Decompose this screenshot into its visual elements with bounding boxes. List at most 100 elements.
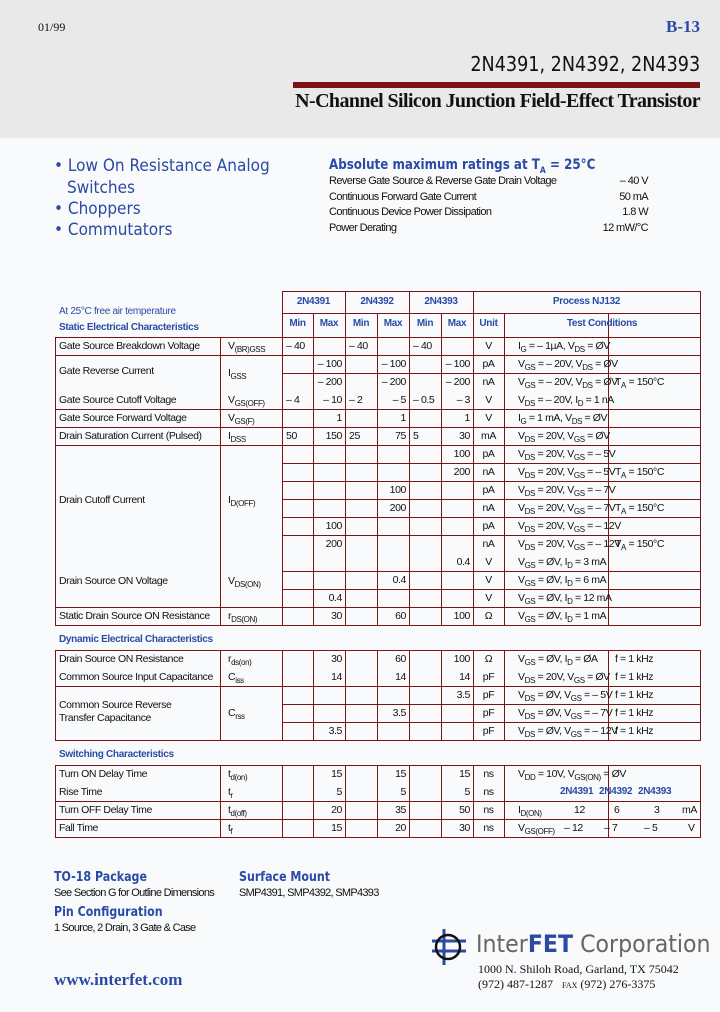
value-cell: – 40 [349,340,368,352]
date-label: 01/99 [38,20,66,34]
min-header: Min [416,318,434,329]
value-cell: – 40 [286,340,305,352]
value-cell: 3.5 [328,725,343,737]
page-subtitle: N-Channel Silicon Junction Field-Effect … [295,90,700,112]
value-cell: 15 [331,768,342,780]
temp-note: At 25°C free air temperature [59,306,176,317]
switching-id-on-value: 12 [574,804,585,816]
test-condition: IG = 1 mA, VDS = ØV [518,412,608,426]
switching-part-label: 2N4393 [638,786,672,797]
unit-cell: nA [482,466,495,478]
value-cell: – 200 [445,376,471,388]
parameter-name: Transfer Capacitance [59,712,151,724]
feature-item: • Choppers [54,199,141,219]
unit-cell: mA [481,430,496,442]
table-rule [282,535,701,536]
company-name: InterFET Corporation [476,930,711,958]
unit-cell: ns [483,768,494,780]
unit-cell: V [485,412,492,424]
abs-max-title: Absolute maximum ratings at TA = 25°C [329,157,596,176]
unit-cell: nA [482,376,495,388]
test-condition: VGS = – 20V, VDS = ØV [518,358,618,372]
value-cell: 5 [464,786,471,798]
min-header: Min [352,318,370,329]
abs-max-label: Continuous Device Power Dissipation [329,206,492,218]
table-rule [282,722,701,723]
value-cell: – 5 [392,394,407,406]
parameter-name: Turn ON Delay Time [59,768,148,780]
dynamic-section-title: Dynamic Electrical Characteristics [59,634,213,645]
title-rule [293,82,700,88]
table-rule [55,801,701,802]
part-header: 2N4393 [424,296,458,307]
website-link[interactable]: www.interfet.com [54,970,182,990]
table-rule [55,650,701,651]
value-cell: 3.5 [392,707,407,719]
value-cell: 1 [400,412,407,424]
unit-cell: Ω [484,610,493,622]
test-condition-extra: f = 1 kHz [615,725,654,737]
parameter-name: Rise Time [59,786,103,798]
switching-unit: mA [682,804,697,816]
abs-max-value: 1.8 W [622,206,648,218]
unit-cell: nA [482,502,495,514]
parameter-name: Gate Reverse Current [59,365,154,377]
parameter-name: Gate Source Cutoff Voltage [59,394,177,406]
part-header: 2N4392 [360,296,394,307]
table-rule [55,837,701,838]
parameter-name: Drain Source ON Voltage [59,575,168,587]
value-cell: 1 [336,412,343,424]
parameter-name: Fall Time [59,822,98,834]
page-code: B-13 [666,17,700,36]
table-rule [55,337,701,338]
parameter-name: Drain Saturation Current (Pulsed) [59,430,202,442]
package-text: See Section G for Outline Dimensions [54,887,215,899]
value-cell: 100 [325,520,343,532]
switching-section-title: Switching Characteristics [59,749,174,760]
feature-item: • Commutators [54,220,173,240]
value-cell: 15 [331,822,342,834]
parameter-name: Common Source Input Capacitance [59,671,213,683]
test-condition-extra: TA = 150°C [615,538,665,552]
parameter-symbol: ID(OFF) [228,494,256,508]
test-condition-extra: f = 1 kHz [615,671,654,683]
surface-mount-text: SMP4391, SMP4392, SMP4393 [239,887,379,899]
table-rule [55,625,701,626]
value-cell: 15 [395,768,406,780]
table-rule [55,650,56,741]
value-cell: 14 [395,671,406,683]
test-condition: VDS = 20V, VGS = – 7V [518,484,616,498]
table-rule [282,499,701,500]
value-cell: – 2 [349,394,363,406]
parameter-name: Turn OFF Delay Time [59,804,152,816]
value-cell: 100 [389,484,407,496]
parameter-symbol: IGSS [228,367,247,381]
test-condition: IG = – 1µA, VDS = ØV [518,340,610,354]
parameter-symbol: IDSS [228,430,246,444]
parameter-symbol: td(on) [228,768,248,782]
feature-item: • Low On Resistance Analog [54,156,270,176]
value-cell: – 100 [445,358,471,370]
parameter-symbol: Crss [228,707,245,721]
value-cell: 75 [395,430,406,442]
test-condition: VDS = 20V, VGS = – 7V [518,502,616,516]
parameter-symbol: V(BR)GSS [228,340,266,354]
parameter-symbol: VGS(OFF) [518,822,555,836]
table-rule [55,445,701,446]
table-rule [55,337,56,626]
value-cell: – 3 [456,394,471,406]
abs-max-value: 12 mW/°C [602,221,649,234]
parameter-name: Gate Source Breakdown Voltage [59,340,200,352]
switching-part-label: 2N4392 [599,786,633,797]
value-cell: 20 [331,804,342,816]
table-rule [220,650,221,741]
value-cell: 100 [453,448,471,460]
value-cell: – 10 [323,394,342,406]
abs-max-value: – 40 V [619,175,649,187]
value-cell: 5 [413,430,419,442]
test-condition: VGS = ØV, ID = 3 mA [518,556,607,570]
value-cell: 30 [331,610,342,622]
value-cell: 14 [459,671,470,683]
value-cell: 5 [336,786,343,798]
unit-cell: nA [482,538,495,550]
